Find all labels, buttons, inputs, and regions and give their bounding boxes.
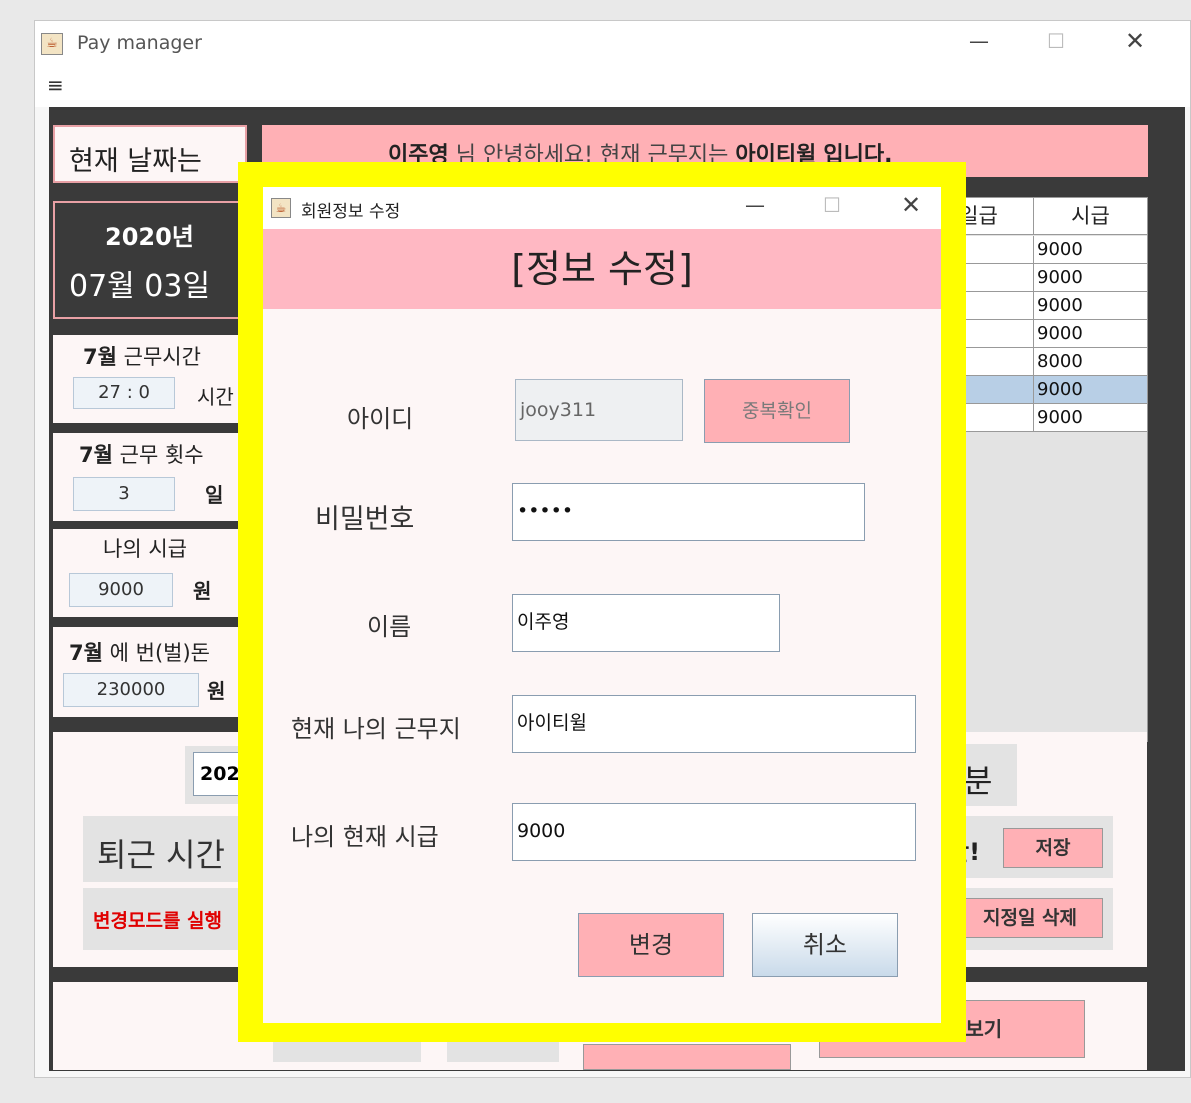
- change-button[interactable]: 변경: [578, 913, 724, 977]
- earned-field: 230000: [63, 673, 199, 707]
- maximize-icon[interactable]: ☐: [1047, 29, 1065, 53]
- earned-unit: 원: [207, 679, 226, 703]
- title-bar: ☕ Pay manager — ☐ ✕: [35, 21, 1190, 67]
- work-hours-unit: 시간: [197, 385, 234, 409]
- dialog-title: 회원정보 수정: [301, 202, 401, 222]
- cancel-button[interactable]: 취소: [752, 913, 898, 977]
- work-hours-panel: 7월 근무시간 27 : 0 시간: [53, 335, 253, 423]
- menu-bar: ≡: [35, 67, 1190, 107]
- password-label: 비밀번호: [315, 504, 415, 535]
- cell-wage: 9000: [1037, 379, 1083, 400]
- date-display: 2020년 07월 03일: [53, 201, 247, 319]
- date-label-box: 현재 날짜는: [53, 125, 247, 183]
- menu-icon[interactable]: ≡: [47, 73, 64, 97]
- dialog-header: [정보 수정]: [263, 229, 941, 309]
- id-field[interactable]: jooy311: [515, 379, 683, 441]
- cell-wage: 8000: [1037, 351, 1083, 372]
- password-field[interactable]: •••••: [512, 483, 865, 541]
- minute-label: 분: [963, 762, 993, 800]
- earned-title: 7월 에 번(벌)돈: [69, 641, 210, 665]
- save-button[interactable]: 저장: [1003, 828, 1103, 868]
- id-label: 아이디: [347, 405, 414, 433]
- workplace-label: 현재 나의 근무지: [291, 715, 461, 743]
- window-title: Pay manager: [77, 32, 202, 54]
- name-label: 이름: [367, 613, 412, 641]
- work-hours-title: 7월 근무시간: [83, 345, 201, 369]
- java-app-icon: ☕: [41, 33, 63, 55]
- dialog-close-icon[interactable]: ✕: [901, 191, 921, 219]
- work-hours-field: 27 : 0: [73, 377, 175, 409]
- table-header-wage[interactable]: 시급: [1034, 198, 1147, 235]
- date-label: 현재 날짜는: [69, 146, 202, 177]
- wage-field[interactable]: 9000: [512, 803, 916, 861]
- my-wage-unit: 원: [193, 579, 212, 603]
- close-icon[interactable]: ✕: [1125, 27, 1145, 55]
- leave-time-label: 퇴근 시간: [97, 836, 225, 874]
- change-mode-text: 변경모드를 실행: [93, 910, 222, 932]
- minimize-icon[interactable]: —: [969, 29, 989, 53]
- dialog-minimize-icon[interactable]: —: [745, 193, 765, 217]
- java-app-icon: ☕: [271, 198, 291, 218]
- my-wage-panel: 나의 시급 9000 원: [53, 529, 253, 617]
- name-field[interactable]: 이주영: [512, 594, 780, 652]
- cell-wage: 9000: [1037, 323, 1083, 344]
- work-count-panel: 7월 근무 횟수 3 일: [53, 433, 253, 521]
- cell-wage: 9000: [1037, 295, 1083, 316]
- dialog-maximize-icon[interactable]: ☐: [823, 193, 841, 217]
- work-count-field: 3: [73, 477, 175, 511]
- workplace-field[interactable]: 아이티윌: [512, 695, 916, 753]
- cell-wage: 9000: [1037, 267, 1083, 288]
- my-wage-title: 나의 시급: [103, 537, 187, 561]
- dialog-highlight-frame: ☕ 회원정보 수정 — ☐ ✕ [정보 수정] 아이디 jooy311 중복확인…: [238, 162, 966, 1042]
- my-wage-field: 9000: [69, 573, 173, 607]
- dialog-title-bar: ☕ 회원정보 수정 — ☐ ✕: [263, 187, 941, 229]
- year-text: 2020년: [105, 223, 194, 251]
- duplicate-check-button[interactable]: 중복확인: [704, 379, 850, 443]
- cell-wage: 9000: [1037, 239, 1083, 260]
- wage-label: 나의 현재 시급: [291, 823, 439, 851]
- month-day-text: 07월 03일: [69, 269, 211, 304]
- cell-wage: 9000: [1037, 407, 1083, 428]
- work-count-title: 7월 근무 횟수: [79, 443, 204, 467]
- edit-member-dialog: ☕ 회원정보 수정 — ☐ ✕ [정보 수정] 아이디 jooy311 중복확인…: [263, 187, 941, 1023]
- work-count-unit: 일: [205, 483, 224, 507]
- bottom-button-left[interactable]: [583, 1044, 791, 1070]
- earned-panel: 7월 에 번(벌)돈 230000 원: [53, 627, 253, 717]
